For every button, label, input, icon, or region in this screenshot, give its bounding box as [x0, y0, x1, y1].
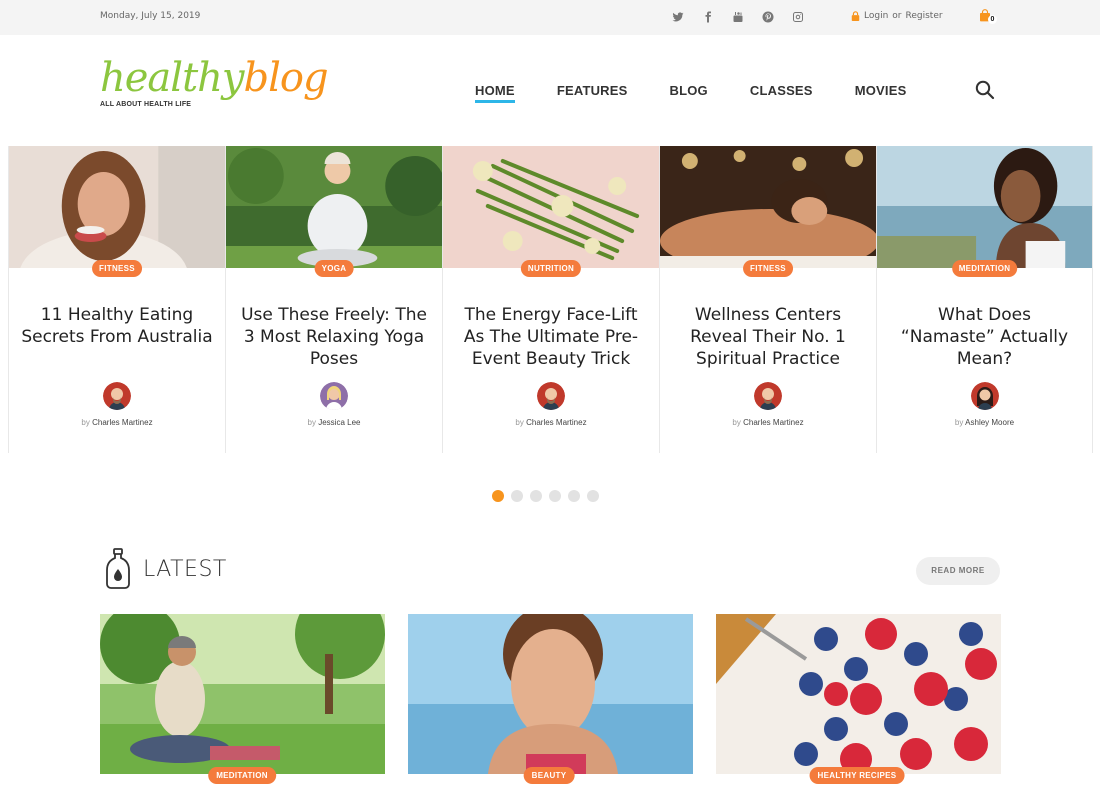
- nav-home[interactable]: HOME: [475, 83, 515, 103]
- site-logo[interactable]: healthyblog ALL ABOUT HEALTH LIFE: [100, 55, 329, 125]
- post-card[interactable]: FITNESS Wellness Centers Reveal Their No…: [659, 146, 876, 453]
- main-nav: HOME FEATURES BLOG CLASSES MOVIES: [475, 83, 948, 103]
- author-link[interactable]: Charles Martinez: [526, 418, 586, 427]
- post-card[interactable]: YOGA Use These Freely: The 3 Most Relaxi…: [225, 146, 442, 453]
- latest-post-image[interactable]: [100, 614, 385, 774]
- account-links: Login or Register: [851, 11, 943, 21]
- avatar[interactable]: [320, 382, 348, 410]
- youtube-icon[interactable]: [732, 10, 762, 24]
- post-image[interactable]: [9, 146, 225, 268]
- read-more-button[interactable]: READ MORE: [916, 557, 1000, 585]
- logo-wordmark: healthyblog: [100, 55, 329, 101]
- post-image[interactable]: [877, 146, 1092, 268]
- logo-tagline: ALL ABOUT HEALTH LIFE: [100, 101, 192, 108]
- top-bar: Monday, July 15, 2019 Login or Register …: [0, 0, 1100, 35]
- cart-button[interactable]: 0: [980, 9, 998, 25]
- slider-dot[interactable]: [530, 490, 542, 502]
- author-link[interactable]: Ashley Moore: [965, 418, 1014, 427]
- search-icon: [975, 80, 995, 100]
- post-image[interactable]: [443, 146, 659, 268]
- post-title[interactable]: What Does “Namaste” Actually Mean?: [889, 304, 1080, 370]
- cart-count-badge: 0: [988, 15, 997, 24]
- nav-features[interactable]: FEATURES: [557, 83, 628, 98]
- category-badge[interactable]: MEDITATION: [208, 767, 276, 784]
- nav-blog[interactable]: BLOG: [670, 83, 708, 98]
- post-image[interactable]: [660, 146, 876, 268]
- slider-dot[interactable]: [568, 490, 580, 502]
- featured-slider: FITNESS 11 Healthy Eating Secrets From A…: [8, 146, 1093, 453]
- instagram-icon[interactable]: [792, 10, 822, 24]
- category-badge[interactable]: BEAUTY: [523, 767, 575, 784]
- category-badge[interactable]: NUTRITION: [520, 260, 582, 277]
- post-title[interactable]: The Energy Face-Lift As The Ultimate Pre…: [455, 304, 647, 370]
- pinterest-icon[interactable]: [762, 10, 792, 24]
- slider-dot[interactable]: [549, 490, 561, 502]
- register-link[interactable]: Register: [906, 11, 943, 21]
- twitter-icon[interactable]: [672, 10, 702, 24]
- facebook-icon[interactable]: [702, 10, 732, 24]
- post-card[interactable]: NUTRITION The Energy Face-Lift As The Ul…: [442, 146, 659, 453]
- category-badge[interactable]: YOGA: [314, 260, 354, 277]
- post-title[interactable]: 11 Healthy Eating Secrets From Australia: [21, 304, 213, 348]
- post-author: by Ashley Moore: [954, 418, 1015, 427]
- lock-icon: [851, 11, 860, 21]
- category-badge[interactable]: MEDITATION: [951, 260, 1018, 277]
- post-title[interactable]: Wellness Centers Reveal Their No. 1 Spir…: [672, 304, 864, 370]
- post-author: by Charles Martinez: [732, 418, 804, 427]
- category-badge[interactable]: FITNESS: [92, 260, 142, 277]
- login-or-text: or: [892, 11, 902, 21]
- post-author: by Charles Martinez: [515, 418, 587, 427]
- latest-post-image[interactable]: [716, 614, 1001, 774]
- section-title: LATEST: [143, 556, 227, 582]
- latest-section-header: LATEST: [105, 548, 227, 590]
- post-author: by Jessica Lee: [307, 418, 361, 427]
- slider-dot[interactable]: [492, 490, 504, 502]
- post-image[interactable]: [226, 146, 442, 268]
- avatar[interactable]: [754, 382, 782, 410]
- login-link[interactable]: Login: [864, 11, 888, 21]
- post-card[interactable]: MEDITATION What Does “Namaste” Actually …: [876, 146, 1093, 453]
- avatar[interactable]: [103, 382, 131, 410]
- nav-movies[interactable]: MOVIES: [855, 83, 907, 98]
- search-button[interactable]: [975, 80, 995, 100]
- site-header: healthyblog ALL ABOUT HEALTH LIFE HOME F…: [0, 35, 1100, 145]
- avatar[interactable]: [537, 382, 565, 410]
- latest-post-image[interactable]: [408, 614, 693, 774]
- post-title[interactable]: Use These Freely: The 3 Most Relaxing Yo…: [238, 304, 430, 370]
- post-author: by Charles Martinez: [81, 418, 153, 427]
- social-links: [672, 10, 822, 24]
- author-link[interactable]: Charles Martinez: [92, 418, 152, 427]
- slider-pagination: [492, 490, 599, 502]
- bottle-icon: [106, 548, 130, 589]
- slider-dot[interactable]: [511, 490, 523, 502]
- current-date: Monday, July 15, 2019: [100, 11, 201, 21]
- category-badge[interactable]: HEALTHY RECIPES: [809, 767, 905, 784]
- author-link[interactable]: Charles Martinez: [743, 418, 803, 427]
- slider-dot[interactable]: [587, 490, 599, 502]
- post-card[interactable]: FITNESS 11 Healthy Eating Secrets From A…: [8, 146, 225, 453]
- nav-classes[interactable]: CLASSES: [750, 83, 813, 98]
- author-link[interactable]: Jessica Lee: [318, 418, 360, 427]
- avatar[interactable]: [970, 382, 999, 410]
- category-badge[interactable]: FITNESS: [743, 260, 793, 277]
